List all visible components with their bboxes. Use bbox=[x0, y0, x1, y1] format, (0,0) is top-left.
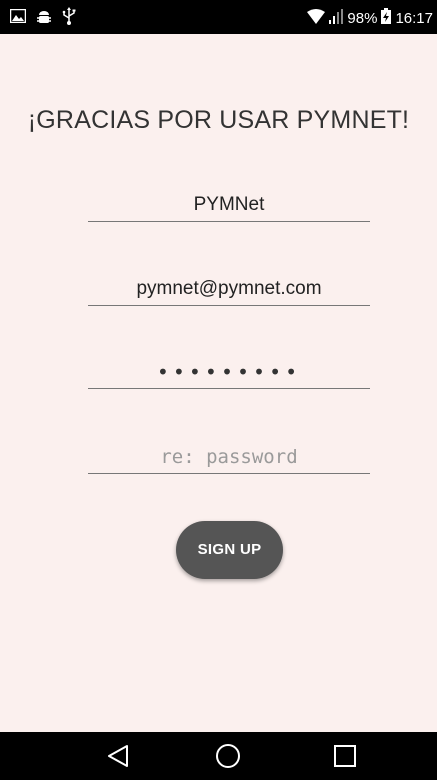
email-field[interactable]: pymnet@pymnet.com bbox=[88, 273, 370, 306]
status-bar: 98% 16:17 bbox=[0, 0, 437, 34]
username-field[interactable]: PYMNet bbox=[88, 189, 370, 222]
repassword-field[interactable]: re: password bbox=[88, 441, 370, 474]
home-icon[interactable] bbox=[198, 732, 258, 780]
status-left-icons bbox=[9, 7, 76, 30]
battery-charging-icon bbox=[381, 8, 392, 28]
image-icon bbox=[9, 8, 27, 28]
battery-percent: 98% bbox=[347, 9, 378, 27]
back-icon[interactable] bbox=[88, 732, 148, 780]
password-field[interactable]: ••••••••• bbox=[88, 356, 370, 389]
wifi-icon bbox=[307, 8, 326, 28]
page-title: ¡GRACIAS POR USAR PYMNET! bbox=[27, 106, 410, 134]
signal-icon bbox=[329, 8, 344, 28]
clock: 16:17 bbox=[395, 9, 433, 27]
recents-icon[interactable] bbox=[315, 732, 375, 780]
android-debug-icon bbox=[36, 8, 52, 29]
status-right: 98% 16:17 bbox=[307, 8, 433, 28]
sign-up-button[interactable]: SIGN UP bbox=[176, 521, 283, 579]
usb-icon bbox=[62, 7, 76, 30]
navigation-bar bbox=[0, 732, 437, 780]
